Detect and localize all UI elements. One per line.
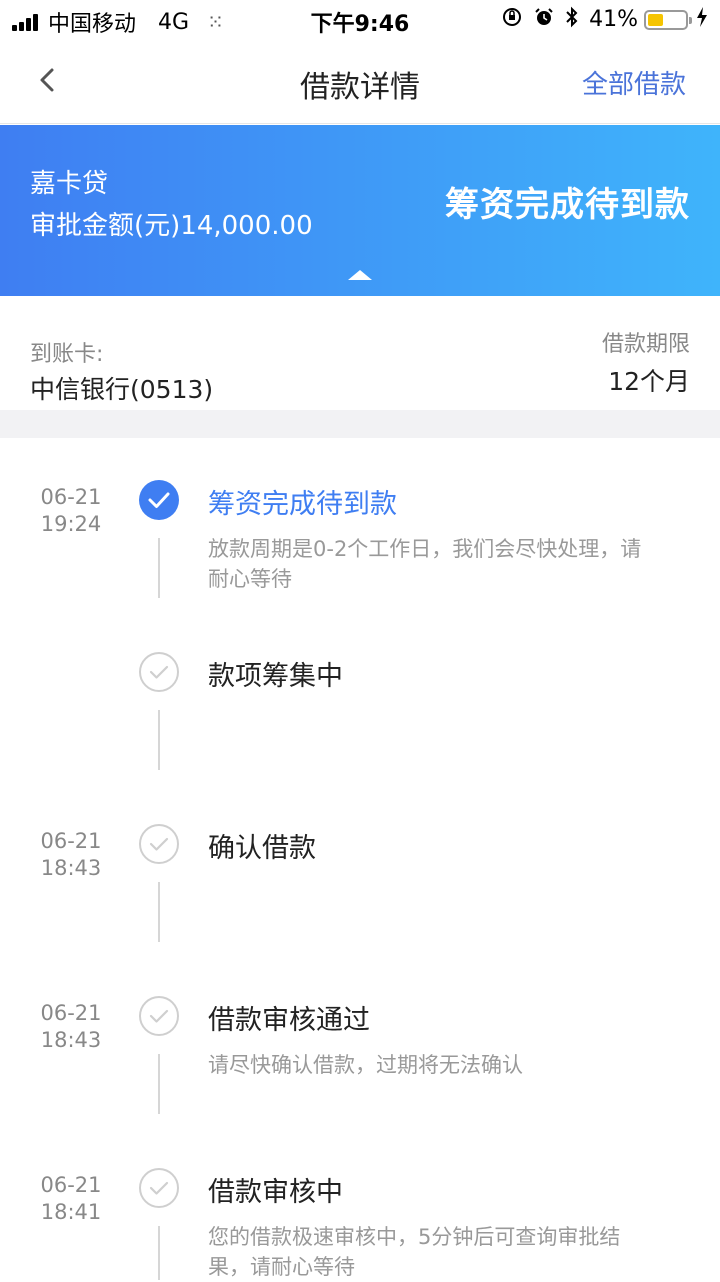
loan-term-value: 12个月: [608, 367, 690, 396]
timeline-date: 06-21 18:41: [40, 1173, 102, 1224]
account-card: 到账卡: 中信银行(0513) 借款期限 12个月: [0, 296, 720, 410]
status-bar: 中国移动 4G ⁙ 下午9:46 41%: [0, 0, 720, 40]
timeline-connector: [158, 1054, 160, 1114]
receiving-card-value: 中信银行(0513): [30, 375, 214, 404]
timeline-title: 确认借款: [208, 833, 316, 864]
check-circle-outline-icon: [139, 824, 179, 864]
progress-timeline: 06-21 19:24 筹资完成待到款 放款周期是0-2个工作日，我们会尽快处理，…: [0, 438, 720, 1280]
section-divider: [0, 410, 720, 438]
bluetooth-icon: [565, 6, 579, 33]
timeline-connector: [158, 538, 160, 598]
timeline-title: 借款审核中: [208, 1177, 343, 1208]
rotation-lock-icon: [501, 6, 523, 33]
approval-amount: 审批金额(元)14,000.00: [30, 211, 313, 241]
timeline-connector: [158, 882, 160, 942]
timeline-description: 您的借款极速审核中，5分钟后可查询审批结果，请耐心等待: [208, 1225, 621, 1279]
timeline-connector: [158, 710, 160, 770]
timeline-item: 06-21 18:43 确认借款: [0, 782, 720, 954]
charging-icon: [696, 7, 708, 32]
alarm-icon: [533, 6, 555, 33]
nav-bar: 借款详情 全部借款: [0, 40, 720, 124]
check-circle-outline-icon: [139, 996, 179, 1036]
receiving-card-label: 到账卡:: [30, 342, 104, 367]
timeline-date: 06-21 18:43: [40, 829, 102, 880]
timeline-date: 06-21 18:43: [40, 1001, 102, 1052]
check-circle-filled-icon: [139, 480, 179, 520]
timeline-title: 筹资完成待到款: [208, 489, 397, 520]
timeline-item: 06-21 18:43 借款审核通过 请尽快确认借款，过期将无法确认: [0, 954, 720, 1126]
caret-up-icon: [348, 270, 372, 280]
timeline-item: 06-21 19:24 筹资完成待到款 放款周期是0-2个工作日，我们会尽快处理，…: [0, 438, 720, 610]
timeline-title: 款项筹集中: [208, 661, 343, 692]
loan-term-label: 借款期限: [601, 332, 690, 357]
timeline-date: 06-21 19:24: [40, 485, 102, 536]
loan-status-banner: 嘉卡贷 审批金额(元)14,000.00 筹资完成待到款: [0, 125, 720, 296]
battery-percent: 41%: [589, 7, 638, 32]
timeline-description: 请尽快确认借款，过期将无法确认: [208, 1053, 523, 1077]
banner-status: 筹资完成待到款: [445, 185, 690, 225]
check-circle-outline-icon: [139, 1168, 179, 1208]
timeline-item: 06-21 18:41 借款审核中 您的借款极速审核中，5分钟后可查询审批结果，请…: [0, 1126, 720, 1280]
product-name: 嘉卡贷: [30, 169, 109, 199]
timeline-title: 借款审核通过: [208, 1005, 370, 1036]
all-loans-button[interactable]: 全部借款: [582, 64, 686, 101]
battery-icon: [644, 9, 692, 30]
timeline-connector: [158, 1226, 160, 1280]
timeline-description: 放款周期是0-2个工作日，我们会尽快处理，请耐心等待: [208, 537, 642, 591]
check-circle-outline-icon: [139, 652, 179, 692]
timeline-item: 款项筹集中: [0, 610, 720, 782]
